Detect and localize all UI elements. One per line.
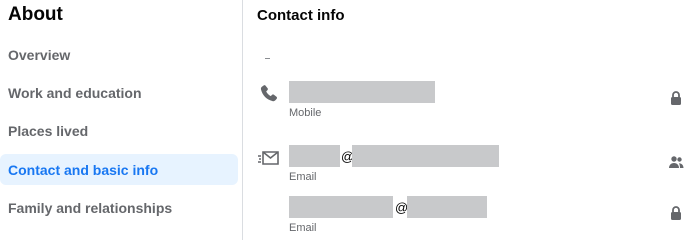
entry-label-email: Email	[289, 171, 317, 183]
sidebar-item-family-and-relationships[interactable]: Family and relationships	[0, 192, 238, 223]
entry-label-email: Email	[289, 222, 317, 234]
envelope-icon	[257, 146, 281, 170]
redacted-email-user	[289, 196, 393, 218]
redacted-phone-number	[289, 81, 435, 103]
lock-icon[interactable]	[668, 205, 684, 221]
redacted-email-user	[289, 145, 340, 167]
lock-icon[interactable]	[668, 90, 684, 106]
friends-icon[interactable]	[668, 154, 684, 170]
sidebar-item-places-lived[interactable]: Places lived	[0, 115, 238, 146]
redacted-email-domain	[407, 196, 487, 218]
entry-label-mobile: Mobile	[289, 107, 322, 119]
contact-info-panel: Contact info Mobile @ Email @ Email	[244, 0, 700, 240]
redacted-email-domain	[352, 145, 499, 167]
section-title: Contact info	[257, 7, 345, 24]
sidebar-item-work-and-education[interactable]: Work and education	[0, 77, 238, 108]
sidebar-item-contact-and-basic-info[interactable]: Contact and basic info	[0, 154, 238, 185]
sidebar-item-overview[interactable]: Overview	[0, 39, 238, 70]
phone-icon	[257, 82, 281, 106]
about-sidebar: About Overview Work and education Places…	[0, 0, 243, 240]
sidebar-title: About	[8, 4, 63, 25]
divider-dash	[265, 58, 270, 59]
